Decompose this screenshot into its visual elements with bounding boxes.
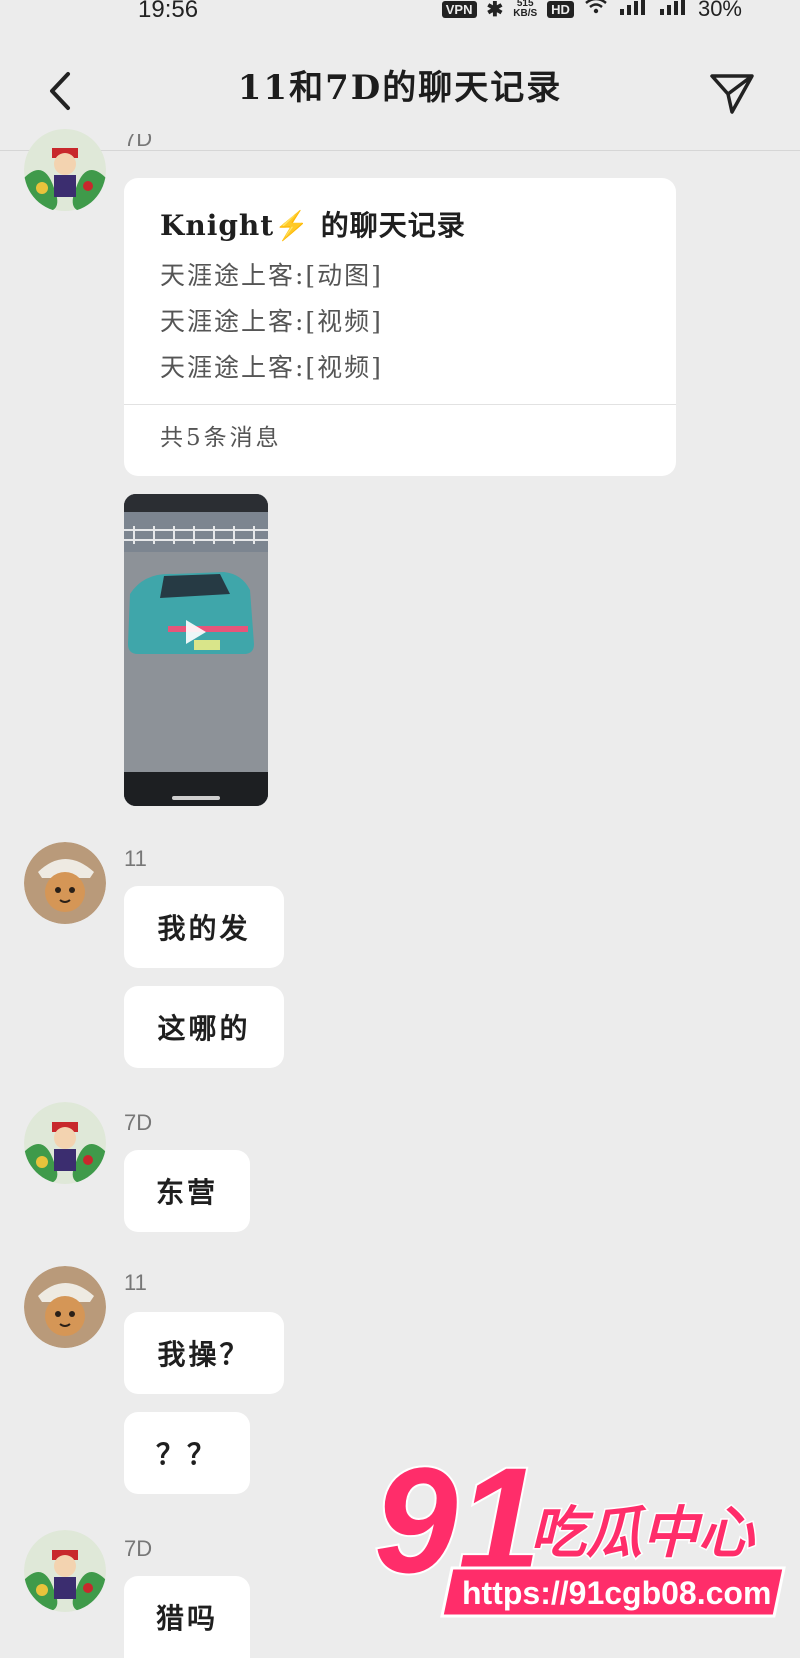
forwarded-card-title: Knight⚡ 的聊天记录	[160, 209, 466, 242]
avatar-7d	[24, 129, 106, 212]
bluetooth-icon: ✱	[486, 0, 504, 21]
send-icon	[710, 74, 754, 114]
hd-icon: HD	[547, 0, 574, 18]
chat-header: 11和7D的聊天记录	[0, 40, 800, 151]
message-bubble[interactable]: 我的发	[124, 886, 284, 968]
signal-icon-2	[658, 0, 688, 21]
avatar[interactable]	[24, 1266, 106, 1348]
message-bubble[interactable]: 这哪的	[124, 986, 284, 1068]
signal-icon	[618, 0, 648, 21]
video-thumbnail	[124, 494, 268, 806]
sender-name: 11	[124, 1270, 147, 1295]
watermark-url: https://91cgb08.com	[462, 1575, 771, 1611]
forwarded-card-count: 共5条消息	[160, 425, 282, 451]
sender-name: 7D	[124, 1536, 153, 1561]
sender-name: 7D	[124, 1110, 153, 1135]
wifi-icon	[584, 0, 608, 21]
status-time: 19:56	[138, 0, 199, 23]
avatar[interactable]	[24, 1530, 106, 1612]
avatar-7d	[24, 1530, 106, 1612]
watermark-logo: 91 吃瓜中心 https://91cgb08.com	[372, 1434, 792, 1630]
avatar[interactable]	[24, 128, 106, 212]
forwarded-line: 天涯途上客:[动图]	[160, 261, 383, 290]
forwarded-line: 天涯途上客:[视频]	[160, 307, 383, 336]
sender-name: 11	[124, 846, 147, 871]
avatar[interactable]	[24, 842, 106, 924]
message-bubble[interactable]: 猎吗	[124, 1576, 250, 1658]
page-title: 11和7D的聊天记录	[237, 68, 563, 108]
watermark-title: 吃瓜中心	[530, 1501, 756, 1566]
network-speed: 515 KB/S	[513, 0, 538, 19]
message-bubble[interactable]: 东营	[124, 1150, 250, 1232]
avatar-11	[24, 842, 106, 924]
share-button[interactable]	[708, 68, 756, 116]
avatar-7d	[24, 1102, 106, 1184]
message-bubble[interactable]: 我操？	[124, 1312, 284, 1394]
status-icons: VPN ✱ 515 KB/S HD 30%	[441, 0, 742, 22]
forwarded-chat-card[interactable]: Knight⚡ 的聊天记录 天涯途上客:[动图] 天涯途上客:[视频] 天涯途上…	[124, 178, 676, 476]
forwarded-line: 天涯途上客:[视频]	[160, 353, 383, 382]
sender-name: 7D	[124, 134, 153, 151]
message-bubble[interactable]: ？？	[124, 1412, 250, 1494]
avatar[interactable]	[24, 1102, 106, 1184]
avatar-11	[24, 1266, 106, 1348]
vpn-icon: VPN	[441, 0, 477, 18]
battery-level: 30%	[697, 0, 742, 21]
status-bar: 19:56 VPN ✱ 515 KB/S HD 30%	[0, 0, 800, 28]
video-message[interactable]	[124, 494, 268, 806]
divider	[124, 404, 676, 405]
